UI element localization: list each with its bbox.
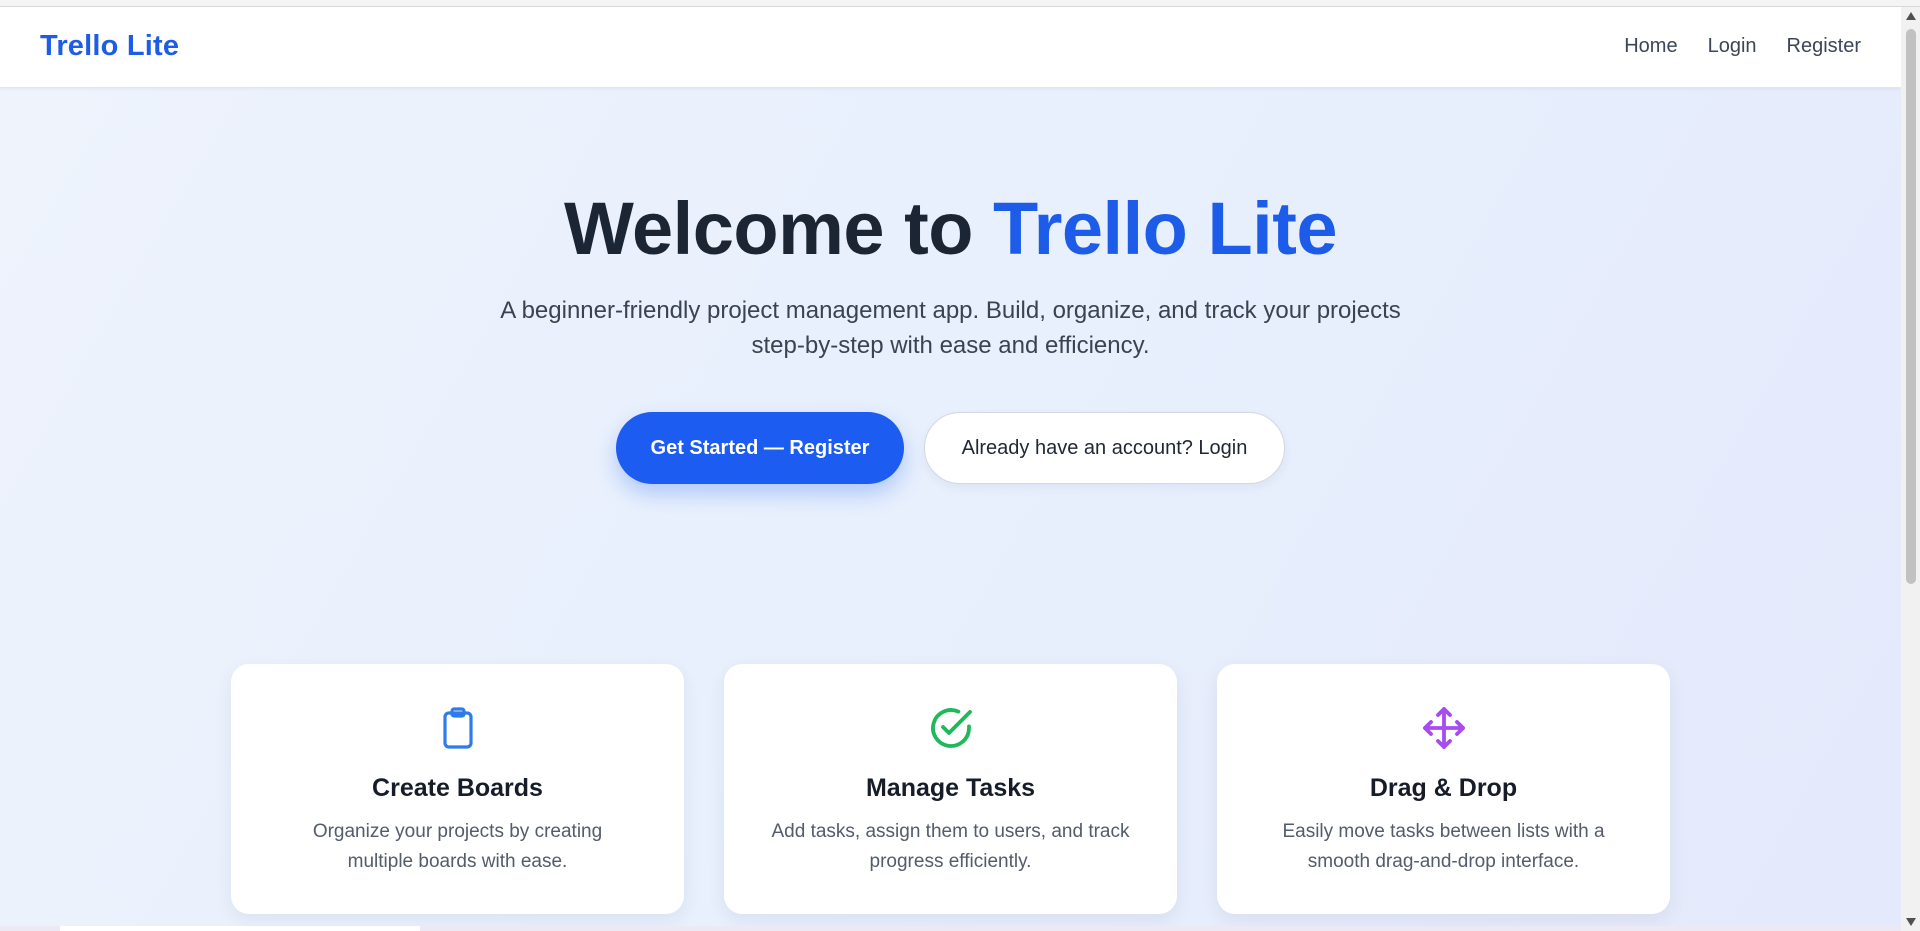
feature-description-line-2: progress efficiently. (869, 851, 1032, 872)
feature-description: Add tasks, assign them to users, and tra… (764, 817, 1137, 877)
scroll-down-arrow-icon[interactable] (1906, 918, 1916, 926)
nav-links: Home Login Register (1624, 35, 1861, 58)
feature-card-create-boards: Create Boards Organize your projects by … (231, 664, 684, 914)
hero-subtitle-line-2: step-by-step with ease and efficiency. (751, 332, 1150, 359)
feature-description-line-2: smooth drag-and-drop interface. (1307, 851, 1580, 872)
move-arrows-icon (1217, 704, 1670, 752)
check-circle-icon (724, 704, 1177, 752)
hero-section: Welcome to Trello Lite A beginner-friend… (0, 88, 1901, 931)
nav-login-link[interactable]: Login (1708, 35, 1757, 58)
bottom-strip-highlight (60, 926, 420, 931)
hero-title-prefix: Welcome to (563, 187, 993, 270)
already-have-account-login-button[interactable]: Already have an account? Login (924, 412, 1285, 484)
feature-description-line-1: Easily move tasks between lists with a (1282, 821, 1605, 842)
feature-title: Drag & Drop (1369, 774, 1518, 802)
feature-description: Easily move tasks between lists with a s… (1257, 817, 1630, 877)
clipboard-icon (231, 704, 684, 752)
scrollbar-thumb[interactable] (1906, 29, 1916, 584)
page-viewport: Welcome to Trello Lite A beginner-friend… (0, 0, 1901, 931)
feature-description: Organize your projects by creating multi… (271, 817, 644, 877)
feature-description-line-1: Add tasks, assign them to users, and tra… (771, 821, 1130, 842)
hero-subtitle: A beginner-friendly project management a… (450, 293, 1451, 363)
browser-top-edge (0, 0, 1920, 7)
nav-register-link[interactable]: Register (1787, 35, 1861, 58)
get-started-register-button[interactable]: Get Started — Register (616, 412, 904, 484)
nav-home-link[interactable]: Home (1624, 35, 1677, 58)
feature-title: Create Boards (372, 774, 543, 802)
feature-card-manage-tasks: Manage Tasks Add tasks, assign them to u… (724, 664, 1177, 914)
hero-title-accent: Trello Lite (992, 187, 1338, 270)
scroll-up-arrow-icon[interactable] (1906, 12, 1916, 20)
feature-description-line-2: multiple boards with ease. (347, 851, 568, 872)
feature-card-drag-drop: Drag & Drop Easily move tasks between li… (1217, 664, 1670, 914)
hero-title: Welcome to Trello Lite (0, 186, 1901, 271)
brand-logo[interactable]: Trello Lite (40, 30, 179, 63)
hero-subtitle-line-1: A beginner-friendly project management a… (500, 297, 1401, 324)
feature-description-line-1: Organize your projects by creating (312, 821, 603, 842)
vertical-scrollbar[interactable] (1901, 7, 1920, 931)
feature-title: Manage Tasks (865, 774, 1036, 802)
top-navbar: Trello Lite Home Login Register (0, 7, 1901, 88)
